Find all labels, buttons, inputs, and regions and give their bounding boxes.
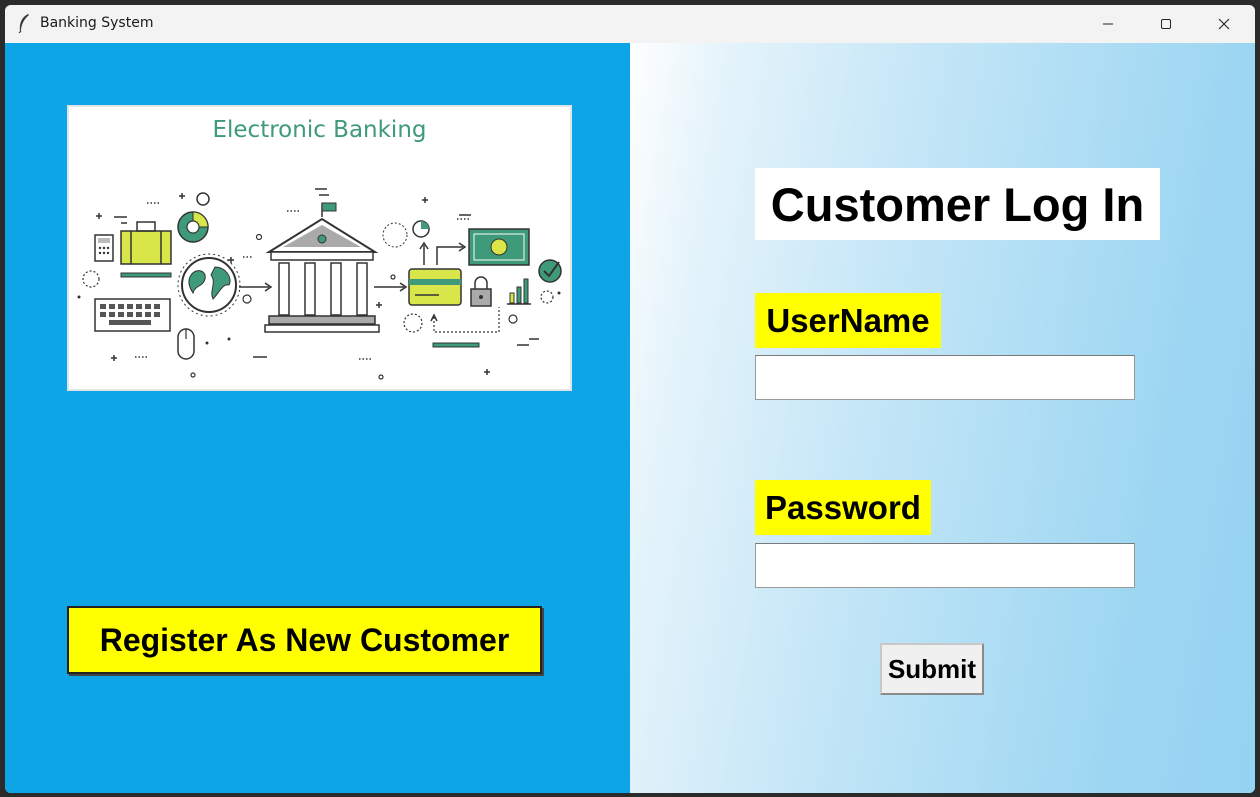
lock-icon [470, 276, 492, 307]
app-window: Banking System Electronic Banking Regist… [5, 5, 1255, 793]
close-icon [1218, 18, 1230, 30]
maximize-button[interactable] [1137, 5, 1195, 43]
minimize-button[interactable] [1079, 5, 1137, 43]
credit-card-icon [408, 268, 462, 306]
globe-icon [177, 253, 241, 317]
calculator-icon [94, 234, 114, 262]
bank-icon [264, 202, 380, 333]
register-new-customer-button[interactable]: Register As New Customer [67, 606, 542, 674]
login-title: Customer Log In [755, 168, 1160, 240]
password-label: Password [755, 480, 931, 535]
window-title: Banking System [40, 15, 154, 31]
window-content: Electronic Banking Register As New Custo… [5, 43, 1255, 793]
banner-illustration [77, 188, 562, 380]
checkmark-icon [538, 259, 562, 283]
feather-icon [18, 14, 29, 33]
electronic-banking-image: Electronic Banking [67, 105, 572, 391]
pie-chart-icon [177, 192, 210, 243]
maximize-icon [1161, 19, 1171, 29]
bar-chart-icon [507, 278, 531, 305]
suitcase-icon [120, 221, 172, 265]
money-bill-icon [468, 228, 530, 266]
submit-button[interactable]: Submit [880, 643, 984, 695]
mouse-icon [177, 328, 195, 360]
minimize-icon [1103, 23, 1113, 25]
username-input[interactable] [755, 355, 1135, 400]
title-bar[interactable]: Banking System [5, 5, 1255, 43]
password-input[interactable] [755, 543, 1135, 588]
username-label: UserName [755, 293, 941, 348]
keyboard-icon [94, 298, 171, 332]
close-button[interactable] [1195, 5, 1253, 43]
small-pie-icon [382, 220, 430, 248]
